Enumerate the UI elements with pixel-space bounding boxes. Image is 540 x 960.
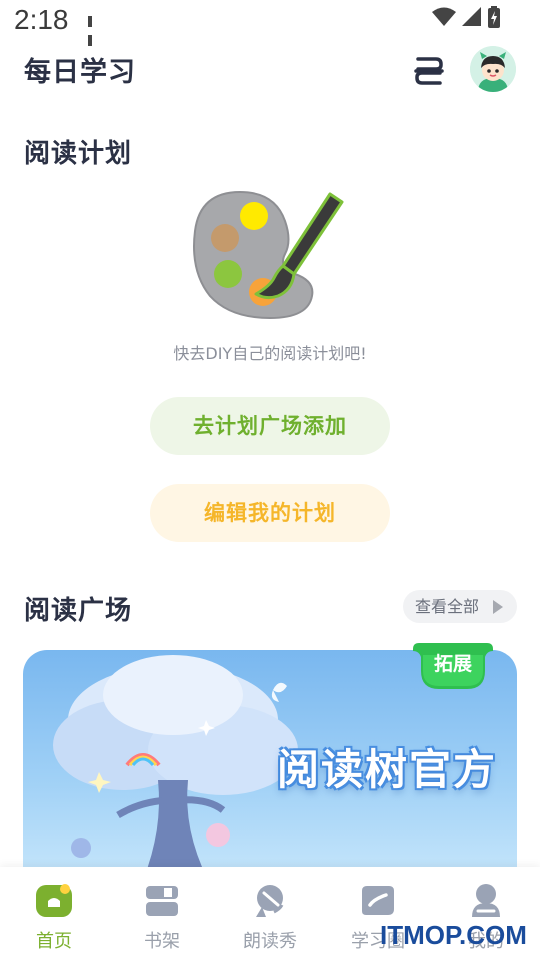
- profile-icon: [472, 884, 500, 917]
- edit-my-plan-button[interactable]: 编辑我的计划: [150, 484, 390, 542]
- view-all-button[interactable]: 查看全部: [403, 590, 517, 623]
- avatar[interactable]: [470, 46, 516, 92]
- study-circle-icon: [362, 886, 394, 915]
- bookshelf-icon: [146, 886, 178, 916]
- status-bar: 2:18: [0, 0, 540, 46]
- extension-badge: 拓展: [413, 643, 493, 691]
- palette-icon: [190, 186, 350, 326]
- battery-icon: [488, 6, 500, 28]
- nav-label-bookshelf: 书架: [144, 931, 180, 952]
- signal-icon: [462, 7, 481, 26]
- banner-title: 阅读树官方: [277, 745, 498, 794]
- status-icons: [432, 6, 500, 28]
- scan-button[interactable]: [412, 54, 446, 88]
- section-title-plan: 阅读计划: [24, 139, 133, 169]
- status-time: 2:18: [14, 4, 69, 35]
- scan-icon: [414, 57, 444, 85]
- nav-label-home: 首页: [36, 931, 72, 952]
- home-icon: [36, 884, 72, 917]
- nav-item-home[interactable]: 首页: [0, 867, 108, 960]
- app-header: 每日学习: [0, 40, 540, 104]
- nav-item-bookshelf[interactable]: 书架: [108, 867, 216, 960]
- read-aloud-icon: [256, 885, 284, 917]
- page-title: 每日学习: [24, 57, 136, 88]
- section-title-square: 阅读广场: [24, 596, 133, 626]
- wifi-icon: [432, 7, 456, 26]
- plan-empty-text: 快去DIY自己的阅读计划吧!: [173, 344, 367, 363]
- badge-label: 拓展: [433, 653, 472, 675]
- view-all-label: 查看全部: [415, 597, 480, 616]
- nav-label-read-aloud: 朗读秀: [243, 931, 297, 952]
- add-from-plan-square-button[interactable]: 去计划广场添加: [150, 397, 390, 455]
- notification-icon: [88, 12, 100, 46]
- play-arrow-icon: [493, 600, 503, 614]
- avatar-icon: [470, 46, 516, 92]
- nav-item-read-aloud[interactable]: 朗读秀: [216, 867, 324, 960]
- watermark: ITMOP.COM: [380, 920, 527, 950]
